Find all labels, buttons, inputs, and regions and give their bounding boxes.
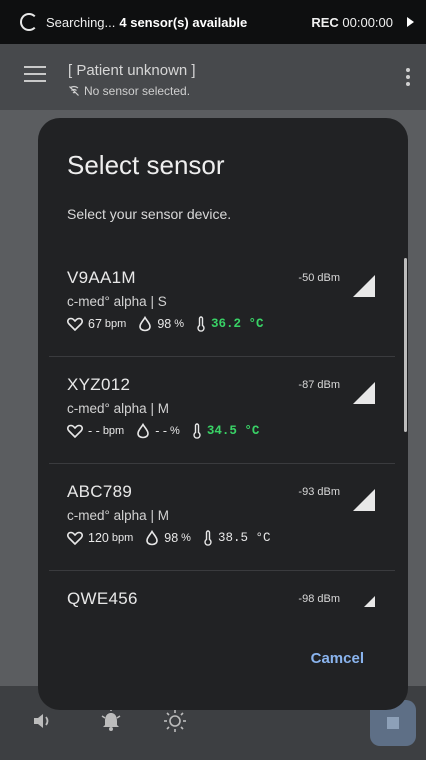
spo2-unit: % bbox=[170, 425, 180, 437]
more-vert-icon[interactable] bbox=[406, 68, 410, 89]
spo2: 98% bbox=[145, 530, 191, 546]
sensor-vitals: - - bpm - -% 34.5 °C bbox=[67, 423, 395, 439]
drop-icon bbox=[137, 423, 150, 439]
sensor-type: c-med° alpha | M bbox=[67, 401, 169, 416]
sensor-status-text: No sensor selected. bbox=[84, 84, 191, 98]
temperature-value: 36.2 °C bbox=[211, 317, 264, 331]
spo2-unit: % bbox=[174, 318, 184, 330]
temperature: 38.5 °C bbox=[203, 530, 271, 546]
volume-icon[interactable] bbox=[30, 708, 56, 734]
heart-icon bbox=[67, 317, 83, 331]
spinner-icon bbox=[20, 13, 38, 31]
signal-icon bbox=[353, 275, 375, 297]
sensor-vitals: 67 bpm 98% 36.2 °C bbox=[67, 316, 395, 332]
heart-rate-unit: bpm bbox=[104, 318, 127, 330]
sensor-item[interactable]: QWE456 -98 dBm bbox=[49, 571, 395, 607]
signal-icon bbox=[353, 489, 375, 511]
brightness-icon[interactable] bbox=[162, 708, 188, 734]
heart-rate: 120 bpm bbox=[67, 531, 133, 545]
dialog-subtitle: Select your sensor device. bbox=[67, 206, 232, 222]
cancel-button[interactable]: Camcel bbox=[311, 650, 364, 667]
select-sensor-dialog: Select sensor Select your sensor device.… bbox=[38, 118, 408, 710]
sensor-name: V9AA1M bbox=[67, 268, 136, 287]
sensor-type: c-med° alpha | M bbox=[67, 508, 169, 523]
play-icon[interactable] bbox=[407, 17, 414, 27]
spo2: - -% bbox=[136, 423, 180, 439]
app-bar: [ Patient unknown ] No sensor selected. bbox=[0, 44, 426, 110]
heart-rate-unit: bpm bbox=[111, 532, 134, 544]
rssi-value: -98 dBm bbox=[298, 593, 340, 605]
rec-label: REC bbox=[311, 14, 339, 30]
heart-rate-value: - - bbox=[88, 424, 100, 438]
thermometer-icon bbox=[197, 316, 205, 332]
heart-rate-unit: bpm bbox=[102, 425, 125, 437]
drop-icon bbox=[139, 316, 152, 332]
thermometer-icon bbox=[193, 423, 201, 439]
spo2: 98% bbox=[138, 316, 184, 332]
signal-icon bbox=[353, 596, 375, 607]
alarm-icon[interactable] bbox=[98, 708, 124, 734]
spo2-value: - - bbox=[155, 424, 168, 438]
sensor-type: c-med° alpha | S bbox=[67, 294, 167, 309]
sensor-item[interactable]: V9AA1M c-med° alpha | S 67 bpm 98% 36.2 °… bbox=[49, 250, 395, 357]
search-status: Searching... bbox=[46, 14, 116, 30]
rssi-value: -50 dBm bbox=[298, 272, 340, 284]
sensor-vitals: 120 bpm 98% 38.5 °C bbox=[67, 530, 395, 546]
sensor-item[interactable]: XYZ012 c-med° alpha | M - - bpm - -% 34.5… bbox=[49, 357, 395, 464]
sensor-list[interactable]: V9AA1M c-med° alpha | S 67 bpm 98% 36.2 °… bbox=[49, 250, 395, 607]
sensor-item[interactable]: ABC789 c-med° alpha | M 120 bpm 98% 38.5 … bbox=[49, 464, 395, 571]
dialog-title: Select sensor bbox=[67, 150, 225, 180]
temperature-value: 34.5 °C bbox=[206, 424, 260, 438]
heart-icon bbox=[67, 424, 83, 438]
list-scrollbar[interactable] bbox=[404, 258, 407, 432]
temperature: 36.2 °C bbox=[196, 316, 264, 332]
heart-rate-value: 67 bbox=[88, 317, 102, 331]
rec-indicator: REC 00:00:00 bbox=[311, 15, 393, 30]
patient-name[interactable]: [ Patient unknown ] bbox=[68, 62, 196, 79]
heart-icon bbox=[67, 531, 83, 545]
rec-time: 00:00:00 bbox=[342, 14, 393, 30]
sensor-name: QWE456 bbox=[67, 589, 138, 607]
sensor-status: No sensor selected. bbox=[68, 84, 190, 98]
heart-rate-value: 120 bbox=[88, 531, 109, 545]
spo2-unit: % bbox=[181, 532, 191, 544]
rssi-value: -93 dBm bbox=[298, 486, 340, 498]
spo2-value: 98 bbox=[157, 317, 172, 331]
sensor-count: 4 sensor(s) available bbox=[119, 14, 248, 30]
sensor-name: ABC789 bbox=[67, 482, 133, 501]
temperature-value: 38.5 °C bbox=[217, 531, 271, 545]
heart-rate: 67 bpm bbox=[67, 317, 126, 331]
sensor-name: XYZ012 bbox=[67, 375, 131, 394]
stop-icon bbox=[387, 717, 399, 729]
menu-icon[interactable] bbox=[24, 66, 46, 82]
heart-rate: - - bpm bbox=[67, 424, 124, 438]
spo2-value: 98 bbox=[164, 531, 179, 545]
drop-icon bbox=[146, 530, 159, 546]
thermometer-icon bbox=[204, 530, 212, 546]
rssi-value: -87 dBm bbox=[298, 379, 340, 391]
signal-icon bbox=[353, 382, 375, 404]
status-bar: Searching... 4 sensor(s) available REC 0… bbox=[0, 0, 426, 44]
no-sensor-icon bbox=[69, 85, 79, 96]
temperature: 34.5 °C bbox=[192, 423, 260, 439]
